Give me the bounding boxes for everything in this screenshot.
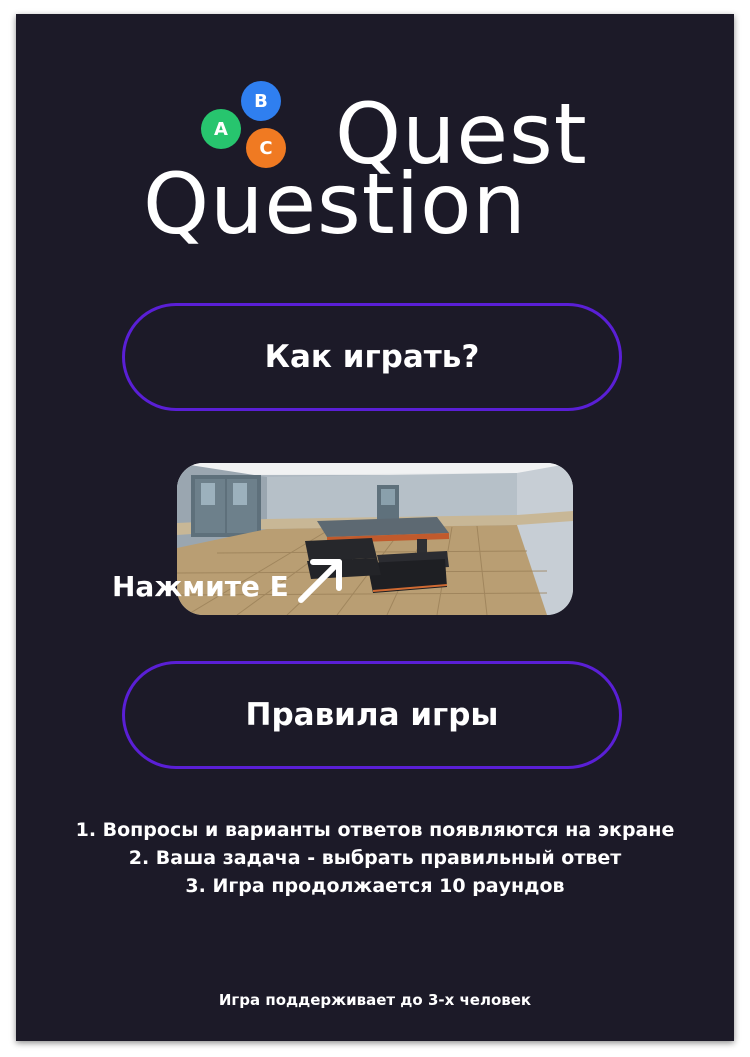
rule-item-3: 3. Игра продолжается 10 раундов [185,875,565,897]
rule-item-1: 1. Вопросы и варианты ответов появляются… [75,819,675,841]
game-title-question: Question [143,155,527,253]
arrow-up-right-icon [298,559,342,603]
game-panel: A B C Quest Question Как играть? Нажмите… [16,14,734,1041]
logo-bubble-b: B [241,81,281,121]
logo-bubble-a: A [201,109,241,149]
press-e-hint: Нажмите E [112,570,289,603]
rules-list: 1. Вопросы и варианты ответов появляются… [16,816,734,900]
how-to-play-button[interactable]: Как играть? [122,303,622,411]
players-note: Игра поддерживает до 3-х человек [218,991,532,1009]
rules-button[interactable]: Правила игры [122,661,622,769]
rule-item-2: 2. Ваша задача - выбрать правильный отве… [128,847,622,869]
